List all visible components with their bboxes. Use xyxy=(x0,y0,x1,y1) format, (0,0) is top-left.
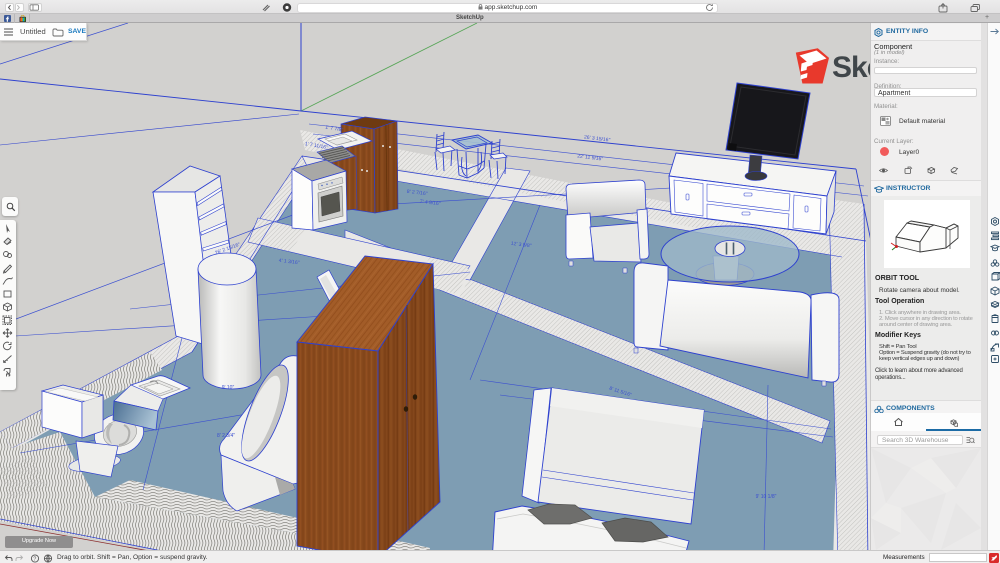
svg-text:9' 10": 9' 10" xyxy=(222,385,235,391)
svg-text:8' 2 3/4": 8' 2 3/4" xyxy=(217,433,235,439)
svg-text:?: ? xyxy=(33,556,36,562)
svg-text:9' 10 1/8": 9' 10 1/8" xyxy=(756,494,777,500)
